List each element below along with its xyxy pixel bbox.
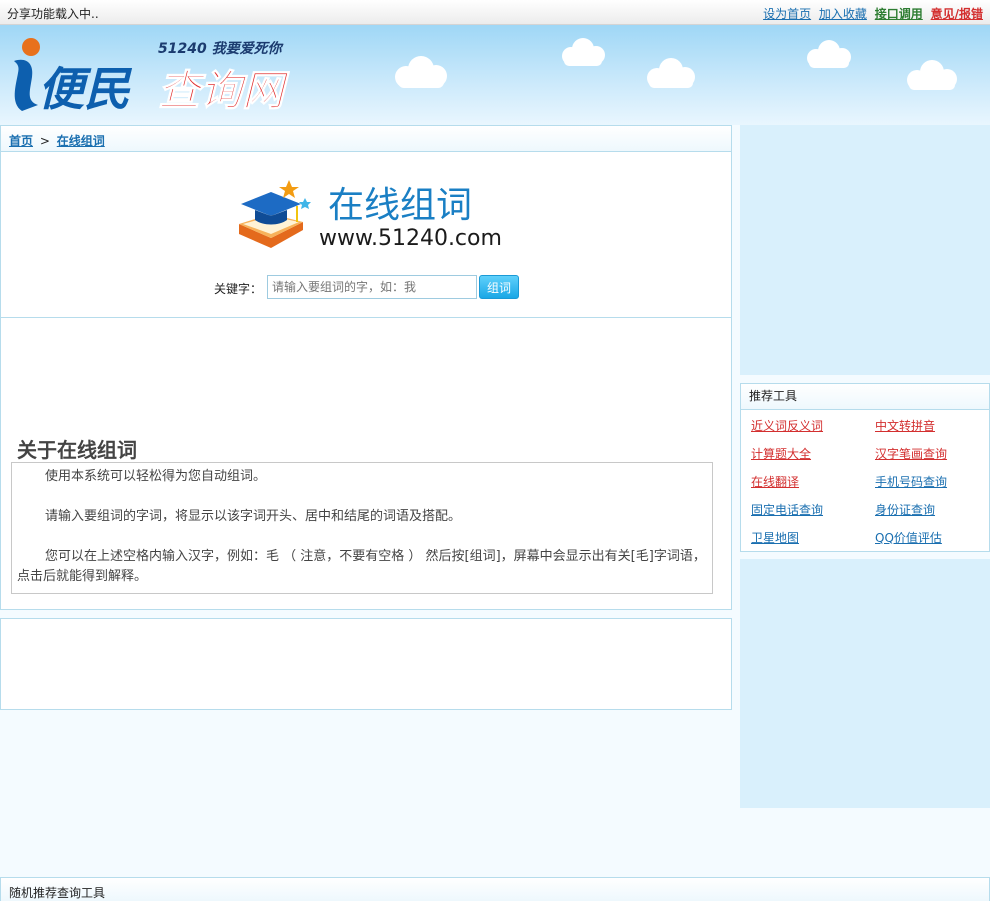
random-tools-panel: 随机推荐查询工具 (0, 877, 990, 901)
about-paragraph: 您可以在上述空格内输入汉字，例如：毛 （ 注意，不要有空格 ） 然后按[组词]，… (17, 549, 706, 584)
cloud-decoration (647, 58, 695, 88)
keyword-input[interactable] (267, 275, 477, 299)
recommended-tools-panel: 推荐工具 近义词反义词 中文转拼音 计算题大全 汉字笔画查询 在线翻译 手机号码… (740, 383, 990, 552)
random-tools-title: 随机推荐查询工具 (9, 886, 106, 900)
tool-link[interactable]: 身份证查询 (875, 501, 935, 518)
tool-link[interactable]: 卫星地图 (751, 529, 799, 546)
about-paragraph: 使用本系统可以轻松得为您自动组词。 (45, 469, 267, 484)
api-link[interactable]: 接口调用 (875, 7, 923, 21)
set-homepage-link[interactable]: 设为首页 (763, 7, 811, 21)
breadcrumb-separator: > (39, 134, 50, 148)
share-status: 分享功能载入中.. (7, 7, 99, 21)
add-favorite-link[interactable]: 加入收藏 (819, 7, 867, 21)
site-header: 便民 51240 我要爱死你 查询网 (0, 25, 990, 125)
about-title: 关于在线组词 (17, 438, 137, 462)
tool-link[interactable]: 固定电话查询 (751, 501, 823, 518)
right-ad-area-top (740, 125, 990, 375)
graduation-book-icon (239, 180, 311, 248)
search-button[interactable]: 组词 (479, 275, 519, 299)
breadcrumb-home-link[interactable]: 首页 (9, 134, 33, 148)
logo-text-main-1: 便民 (38, 62, 133, 116)
feedback-link[interactable]: 意见/报错 (931, 7, 983, 21)
cloud-decoration (395, 56, 447, 88)
top-links: 设为首页 加入收藏 接口调用 意见/报错 (759, 5, 983, 22)
banner-title: 在线组词 (328, 185, 473, 226)
right-ad-area-bottom (740, 559, 990, 808)
keyword-label: 关键字： (214, 282, 263, 296)
tool-link[interactable]: 汉字笔画查询 (875, 445, 947, 462)
search-panel: 在线组词 www.51240.com 关键字： 组词 (0, 151, 732, 319)
breadcrumb: 首页 > 在线组词 (0, 125, 732, 152)
about-paragraph: 请输入要组词的字词，将显示以该字词开头、居中和结尾的词语及搭配。 (45, 509, 462, 524)
cloud-decoration (907, 60, 957, 90)
tool-link[interactable]: 近义词反义词 (751, 417, 823, 434)
tool-link[interactable]: 中文转拼音 (875, 417, 935, 434)
ad-panel (0, 618, 732, 710)
tool-link[interactable]: 手机号码查询 (875, 473, 947, 490)
tool-link[interactable]: 在线翻译 (751, 473, 799, 490)
breadcrumb-current-link[interactable]: 在线组词 (57, 134, 105, 148)
tool-link[interactable]: 计算题大全 (751, 445, 811, 462)
banner-url: www.51240.com (319, 226, 502, 251)
cloud-decoration (807, 40, 851, 68)
cloud-decoration (562, 38, 605, 66)
tools-title: 推荐工具 (741, 384, 989, 410)
site-logo[interactable]: 便民 51240 我要爱死你 查询网 (8, 33, 318, 119)
tool-link[interactable]: QQ价值评估 (875, 529, 942, 546)
logo-text-main-2: 查询网 (158, 66, 290, 115)
logo-person-icon (14, 38, 40, 111)
about-content: 使用本系统可以轻松得为您自动组词。 请输入要组词的字词，将显示以该字词开头、居中… (11, 462, 713, 594)
logo-slogan: 51240 我要爱死你 (158, 40, 285, 57)
about-panel: 关于在线组词 使用本系统可以轻松得为您自动组词。 请输入要组词的字词，将显示以该… (0, 317, 732, 610)
top-bar: 分享功能载入中.. 设为首页 加入收藏 接口调用 意见/报错 (0, 0, 990, 25)
